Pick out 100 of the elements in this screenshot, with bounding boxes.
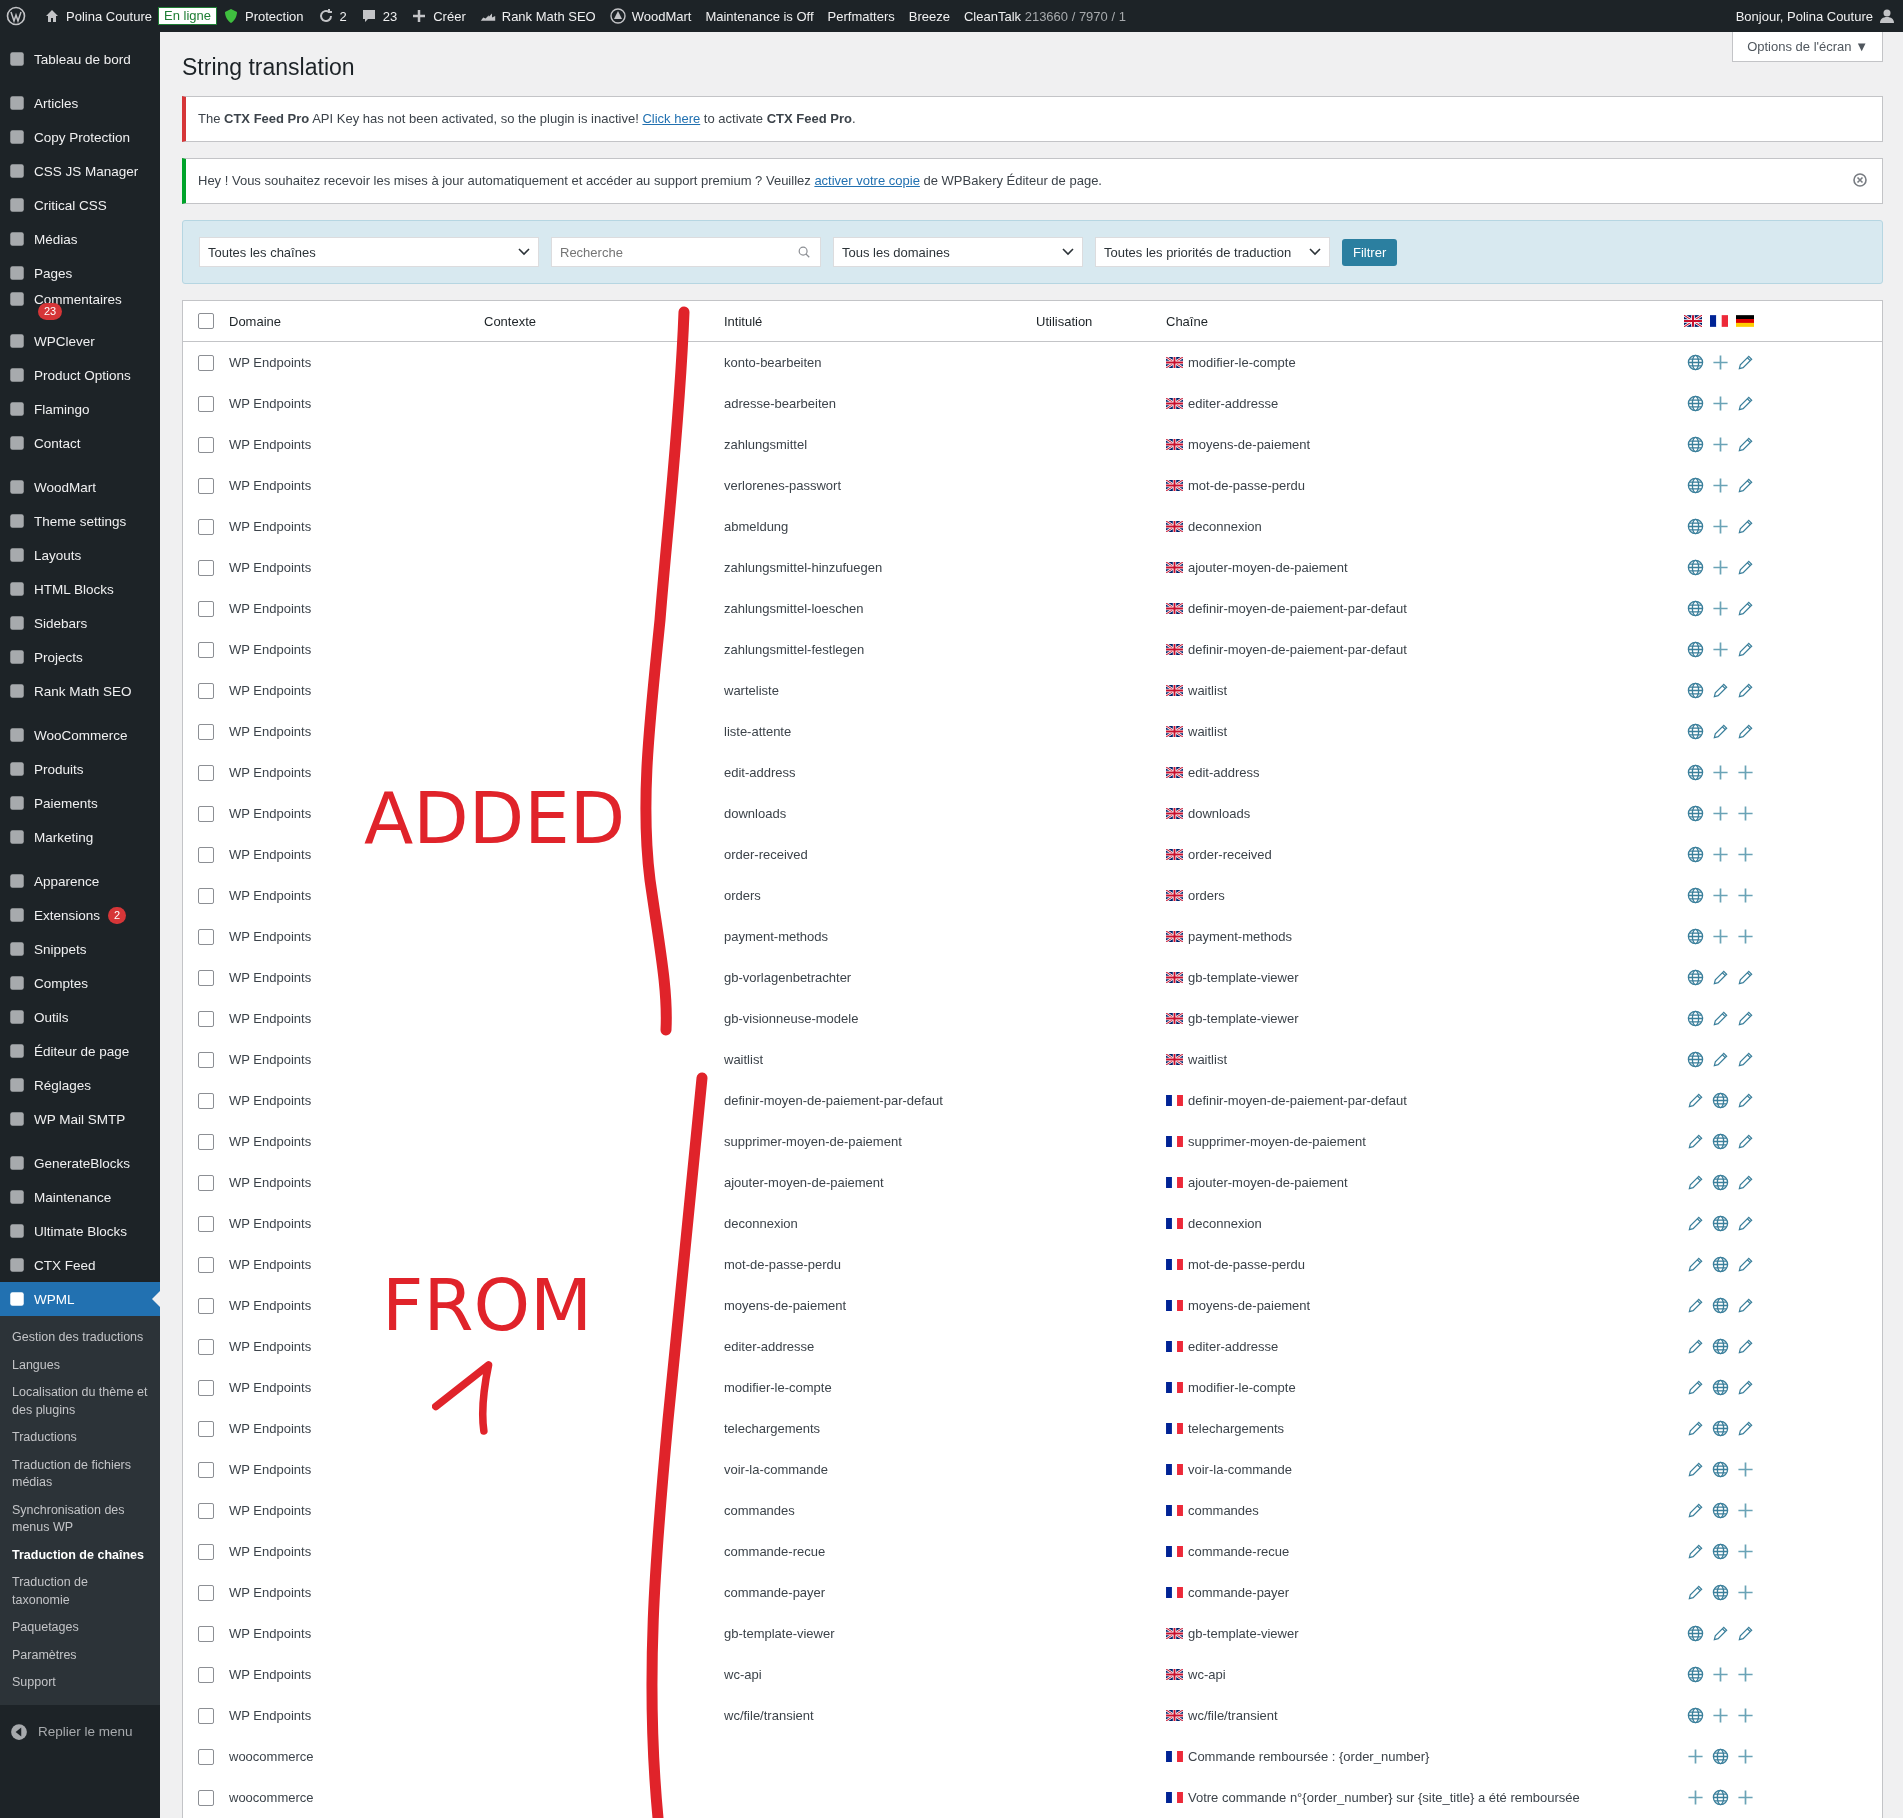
plus-icon[interactable] <box>1712 764 1729 781</box>
sidebar-item[interactable]: Commentaires 23 <box>0 290 160 324</box>
admin-bar-link[interactable]: Perfmatters <box>827 8 895 24</box>
row-checkbox[interactable] <box>198 1215 214 1232</box>
admin-bar-link[interactable]: Maintenance is Off <box>705 8 814 24</box>
sidebar-item[interactable]: WPML <box>0 1282 160 1316</box>
plus-icon[interactable] <box>1712 846 1729 863</box>
pencil-icon[interactable] <box>1737 723 1754 740</box>
pencil-icon[interactable] <box>1687 1584 1704 1601</box>
notice-link[interactable]: Click here <box>642 111 701 126</box>
sidebar-item[interactable]: Marketing <box>0 820 160 854</box>
plus-icon[interactable] <box>1712 518 1729 535</box>
plus-icon[interactable] <box>1737 1461 1754 1478</box>
globe-icon[interactable] <box>1687 518 1704 535</box>
globe-icon[interactable] <box>1712 1789 1729 1806</box>
row-checkbox[interactable] <box>198 1584 214 1601</box>
globe-icon[interactable] <box>1687 477 1704 494</box>
pencil-icon[interactable] <box>1712 969 1729 986</box>
sidebar-item[interactable]: Articles <box>0 86 160 120</box>
submenu-item[interactable]: Synchronisation des menus WP <box>0 1496 160 1542</box>
filter-button[interactable]: Filtrer <box>1342 238 1398 266</box>
admin-bar-link[interactable]: 23 <box>382 8 398 24</box>
priorities-dropdown[interactable]: Toutes les priorités de traduction <box>1095 237 1330 267</box>
pencil-icon[interactable] <box>1712 682 1729 699</box>
globe-icon[interactable] <box>1687 395 1704 412</box>
sidebar-item[interactable]: Éditeur de page <box>0 1034 160 1068</box>
admin-bar-link[interactable]: 2 <box>339 8 347 24</box>
globe-icon[interactable] <box>1687 969 1704 986</box>
pencil-icon[interactable] <box>1737 1379 1754 1396</box>
row-checkbox[interactable] <box>198 641 214 658</box>
globe-icon[interactable] <box>1712 1461 1729 1478</box>
plus-icon[interactable] <box>1712 887 1729 904</box>
row-checkbox[interactable] <box>198 1133 214 1150</box>
globe-icon[interactable] <box>1687 1051 1704 1068</box>
plus-icon[interactable] <box>1737 846 1754 863</box>
globe-icon[interactable] <box>1687 1010 1704 1027</box>
admin-bar-link[interactable]: Polina Couture <box>66 8 152 24</box>
row-checkbox[interactable] <box>198 1010 214 1027</box>
admin-bar-link[interactable]: Breeze <box>908 8 950 24</box>
submenu-item[interactable]: Traduction de taxonomie <box>0 1569 160 1614</box>
pencil-icon[interactable] <box>1712 1051 1729 1068</box>
row-checkbox[interactable] <box>198 354 214 371</box>
submenu-item[interactable]: Paquetages <box>0 1614 160 1642</box>
submenu-item[interactable]: Gestion des traductions <box>0 1324 160 1352</box>
pencil-icon[interactable] <box>1737 559 1754 576</box>
plus-icon[interactable] <box>1712 559 1729 576</box>
row-checkbox[interactable] <box>198 559 214 576</box>
pencil-icon[interactable] <box>1737 1174 1754 1191</box>
pencil-icon[interactable] <box>1737 1092 1754 1109</box>
search-field[interactable]: Recherche <box>551 237 821 267</box>
plus-icon[interactable] <box>1712 477 1729 494</box>
globe-icon[interactable] <box>1687 1625 1704 1642</box>
sidebar-item[interactable]: Produits <box>0 752 160 786</box>
row-checkbox[interactable] <box>198 1461 214 1478</box>
globe-icon[interactable] <box>1687 600 1704 617</box>
globe-icon[interactable] <box>1712 1584 1729 1601</box>
sidebar-item[interactable]: Layouts <box>0 538 160 572</box>
admin-bar-link[interactable]: CleanTalk 213660 / 7970 / 1 <box>963 8 1126 24</box>
submenu-item[interactable]: Langues <box>0 1351 160 1379</box>
row-checkbox[interactable] <box>198 1174 214 1191</box>
row-checkbox[interactable] <box>198 1707 214 1724</box>
row-checkbox[interactable] <box>198 805 214 822</box>
sidebar-item[interactable]: WP Mail SMTP <box>0 1102 160 1136</box>
pencil-icon[interactable] <box>1737 1420 1754 1437</box>
close-icon[interactable] <box>1852 172 1868 188</box>
pencil-icon[interactable] <box>1737 354 1754 371</box>
admin-bar-link[interactable]: Rank Math SEO <box>501 8 596 24</box>
pencil-icon[interactable] <box>1737 1051 1754 1068</box>
row-checkbox[interactable] <box>198 887 214 904</box>
pencil-icon[interactable] <box>1687 1502 1704 1519</box>
strings-dropdown[interactable]: Toutes les chaînes <box>199 237 539 267</box>
admin-bar-link[interactable]: WoodMart <box>631 8 692 24</box>
submenu-item[interactable]: Localisation du thème et des plugins <box>0 1379 160 1424</box>
pencil-icon[interactable] <box>1687 1461 1704 1478</box>
pencil-icon[interactable] <box>1737 1215 1754 1232</box>
plus-icon[interactable] <box>1712 1707 1729 1724</box>
globe-icon[interactable] <box>1687 354 1704 371</box>
row-checkbox[interactable] <box>198 395 214 412</box>
submenu-item[interactable]: Paramètres <box>0 1641 160 1669</box>
pencil-icon[interactable] <box>1737 1010 1754 1027</box>
globe-icon[interactable] <box>1712 1133 1729 1150</box>
row-checkbox[interactable] <box>198 1297 214 1314</box>
sidebar-item[interactable]: Médias <box>0 222 160 256</box>
sidebar-item[interactable]: Réglages <box>0 1068 160 1102</box>
globe-icon[interactable] <box>1687 1707 1704 1724</box>
pencil-icon[interactable] <box>1737 1133 1754 1150</box>
sidebar-item[interactable]: Tableau de bord <box>0 42 160 76</box>
globe-icon[interactable] <box>1687 887 1704 904</box>
plus-icon[interactable] <box>1737 887 1754 904</box>
row-checkbox[interactable] <box>198 928 214 945</box>
globe-icon[interactable] <box>1712 1502 1729 1519</box>
plus-icon[interactable] <box>1737 805 1754 822</box>
submenu-item[interactable]: Traductions <box>0 1424 160 1452</box>
sidebar-item[interactable]: WooCommerce <box>0 718 160 752</box>
globe-icon[interactable] <box>1687 805 1704 822</box>
globe-icon[interactable] <box>1712 1338 1729 1355</box>
row-checkbox[interactable] <box>198 1092 214 1109</box>
globe-icon[interactable] <box>1712 1379 1729 1396</box>
row-checkbox[interactable] <box>198 1543 214 1560</box>
row-checkbox[interactable] <box>198 1420 214 1437</box>
